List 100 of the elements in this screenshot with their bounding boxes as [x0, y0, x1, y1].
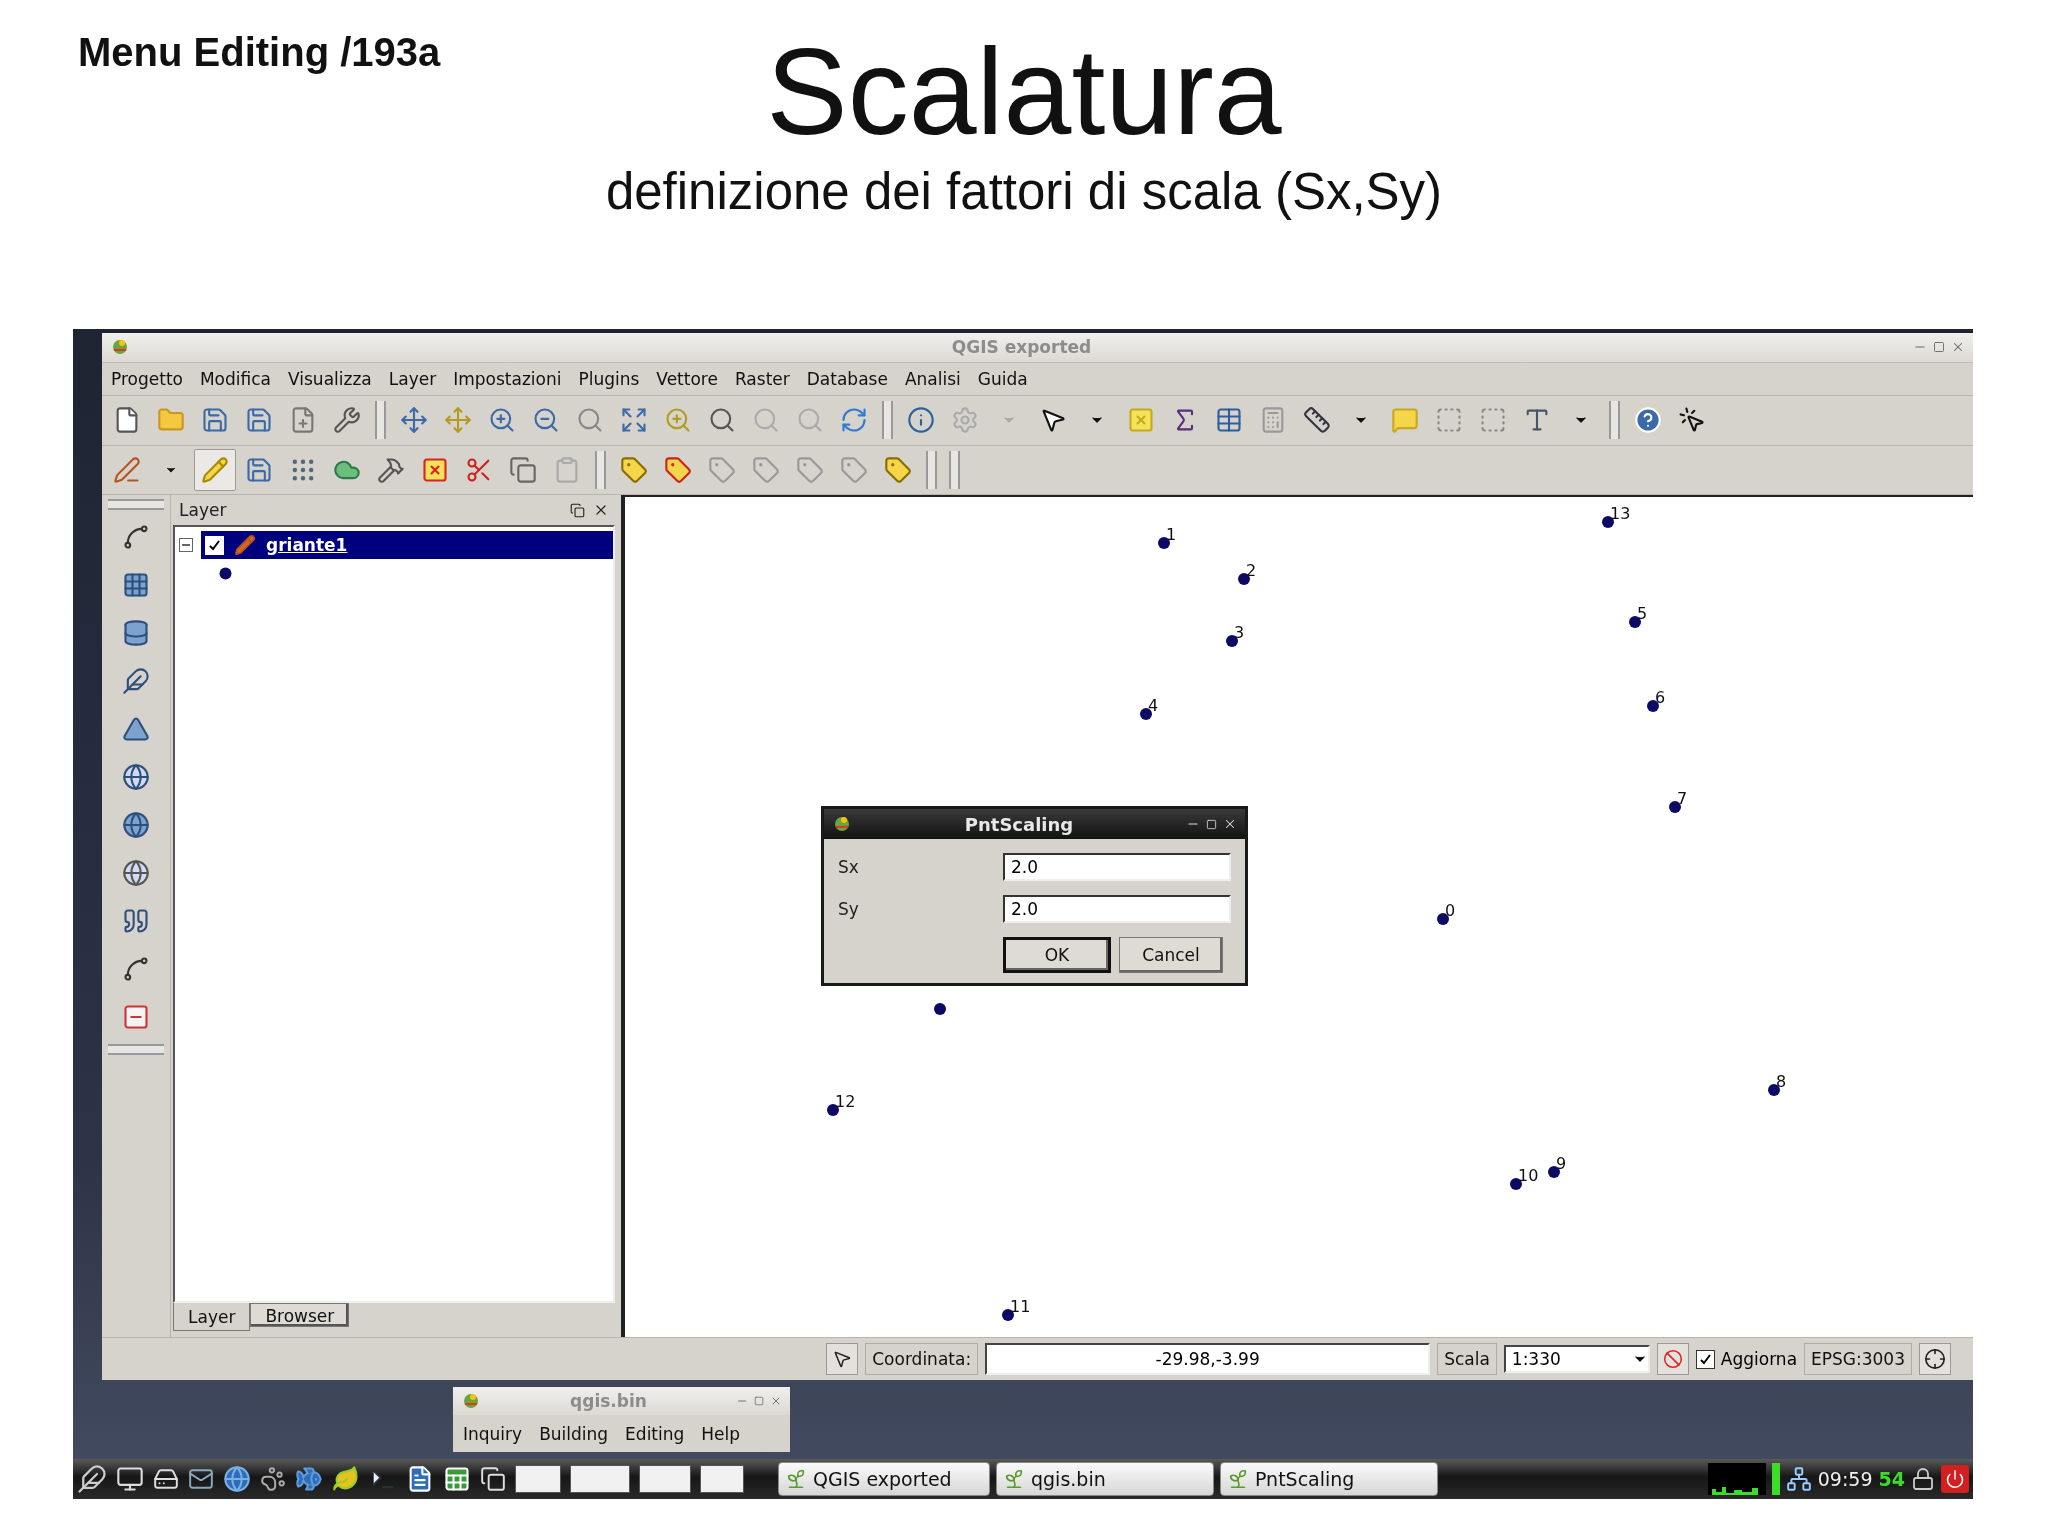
- tag-icon[interactable]: [884, 456, 912, 484]
- monitor-icon[interactable]: [116, 1465, 144, 1493]
- menu-item[interactable]: Analisi: [904, 368, 961, 389]
- workspace-button[interactable]: [515, 1465, 561, 1493]
- help-icon[interactable]: [1634, 406, 1662, 435]
- menu-item[interactable]: Layer: [388, 368, 437, 389]
- dialog-button[interactable]: Cancel: [1119, 937, 1223, 974]
- hammer-icon[interactable]: [377, 456, 405, 484]
- render-checkbox[interactable]: [1695, 1349, 1715, 1369]
- menu-item[interactable]: Raster: [734, 368, 790, 389]
- layer-item[interactable]: griante1: [201, 531, 613, 560]
- panel-tab[interactable]: Layer: [173, 1303, 251, 1332]
- zoom-in-icon[interactable]: [488, 406, 516, 435]
- pan-icon[interactable]: [400, 406, 428, 435]
- stop-render-button[interactable]: [1656, 1343, 1689, 1376]
- workspace-button[interactable]: [639, 1465, 691, 1493]
- menu-item[interactable]: Help: [701, 1423, 741, 1444]
- globe-icon[interactable]: [223, 1465, 251, 1493]
- zoom-full-icon[interactable]: [620, 406, 648, 435]
- wrench-icon[interactable]: [333, 406, 361, 435]
- menu-item[interactable]: Guida: [977, 368, 1028, 389]
- field-label: Sy: [838, 899, 860, 920]
- layer-checkbox[interactable]: [205, 535, 224, 555]
- paw-icon[interactable]: [260, 1466, 286, 1492]
- tag-icon[interactable]: [620, 456, 648, 484]
- map-canvas[interactable]: 13 1 2 5 3 4 6 7 0 8 12 10 9 11 PntScaling Sx 2.0 Sy 2.0 OK Cancel: [621, 495, 1973, 1338]
- feather-icon[interactable]: [77, 1464, 107, 1494]
- leaf-icon[interactable]: [332, 1465, 360, 1493]
- menu-item[interactable]: Impostazioni: [453, 368, 562, 389]
- info-icon[interactable]: [907, 406, 935, 435]
- menu-item[interactable]: Database: [806, 368, 888, 389]
- point-label: 8: [1776, 1074, 1787, 1091]
- pencil-icon[interactable]: [201, 456, 229, 484]
- menu-item[interactable]: Visualizza: [288, 368, 372, 389]
- coordinate-field[interactable]: -29.98,-3.99: [985, 1343, 1431, 1376]
- menu-item[interactable]: Editing: [625, 1423, 685, 1444]
- toolbar-handle[interactable]: [949, 451, 960, 489]
- sprout-icon: [1003, 1468, 1025, 1490]
- pointer-icon[interactable]: [1678, 406, 1706, 435]
- copy-icon[interactable]: [509, 456, 537, 484]
- mouse-button[interactable]: [826, 1343, 859, 1376]
- toolbar-handle[interactable]: [926, 451, 937, 489]
- toolbar-handle[interactable]: [375, 401, 386, 440]
- task-button[interactable]: QGIS exported: [778, 1462, 990, 1496]
- menu-item[interactable]: Inquiry: [463, 1423, 523, 1444]
- menu-item[interactable]: Vettore: [656, 368, 718, 389]
- ban-icon[interactable]: [1662, 1349, 1683, 1370]
- toolbar-handle[interactable]: [882, 401, 893, 440]
- mail-icon[interactable]: [188, 1466, 214, 1492]
- square-x-icon[interactable]: [421, 456, 449, 484]
- toolbar-handle[interactable]: [595, 451, 606, 489]
- menu-item[interactable]: Modifica: [199, 368, 271, 389]
- feather-icon[interactable]: [122, 667, 150, 696]
- globe-add-icon[interactable]: [122, 811, 150, 840]
- toolbar-handle[interactable]: [1609, 401, 1620, 440]
- scale-combo[interactable]: 1:330: [1503, 1345, 1650, 1374]
- table-icon[interactable]: [1215, 406, 1243, 435]
- input-field[interactable]: 2.0: [1003, 853, 1231, 882]
- lock-icon[interactable]: [1911, 1467, 1935, 1491]
- pencil-icon: [234, 534, 256, 557]
- globe-add-icon[interactable]: [122, 763, 150, 792]
- point-label: 2: [1246, 563, 1257, 580]
- point-label: 13: [1610, 506, 1631, 523]
- edit-toggle-button[interactable]: [194, 449, 236, 491]
- spreadsheet-icon[interactable]: [443, 1465, 471, 1493]
- database-add-icon[interactable]: [122, 619, 150, 648]
- float-icon[interactable]: [570, 502, 585, 518]
- maximize-icon[interactable]: [1933, 341, 1945, 354]
- input-field[interactable]: 2.0: [1003, 895, 1231, 924]
- quote-icon[interactable]: [122, 907, 150, 936]
- menu-item[interactable]: Progetto: [111, 368, 183, 389]
- toolbar-handle[interactable]: [108, 499, 164, 511]
- clock: 09:59: [1817, 1468, 1873, 1490]
- magnifier-icon[interactable]: [708, 406, 736, 435]
- refresh-icon[interactable]: [840, 406, 868, 435]
- tag-icon[interactable]: [664, 456, 692, 484]
- task-button[interactable]: PntScaling: [1220, 1462, 1438, 1496]
- workspace-button[interactable]: [570, 1465, 630, 1493]
- windows-icon[interactable]: [480, 1466, 506, 1492]
- pointer-icon[interactable]: [832, 1349, 853, 1370]
- pencil-icon[interactable]: [113, 456, 141, 484]
- task-button[interactable]: qgis.bin: [996, 1462, 1214, 1496]
- crs-button[interactable]: EPSG:3003: [1804, 1343, 1912, 1376]
- network-icon: [1785, 1466, 1812, 1492]
- workspace-button[interactable]: [700, 1465, 744, 1493]
- raster-add-icon[interactable]: [122, 571, 150, 600]
- sprout-icon: [1227, 1468, 1249, 1490]
- zoom-out-icon[interactable]: [532, 406, 560, 435]
- collapse-icon[interactable]: [179, 538, 193, 553]
- panel-tab[interactable]: Browser: [250, 1303, 350, 1328]
- fish-icon[interactable]: [295, 1465, 323, 1493]
- toolbar-handle[interactable]: [108, 1044, 164, 1056]
- menu-item[interactable]: Building: [539, 1423, 609, 1444]
- ruler-icon[interactable]: [1303, 406, 1331, 435]
- remove-layer-icon[interactable]: [122, 1003, 150, 1032]
- dialog-button[interactable]: OK: [1003, 937, 1111, 974]
- triangle-add-icon[interactable]: [122, 715, 150, 744]
- drive-icon[interactable]: [153, 1466, 179, 1492]
- menu-item[interactable]: Plugins: [578, 368, 640, 389]
- globe-add-icon[interactable]: [122, 859, 150, 888]
